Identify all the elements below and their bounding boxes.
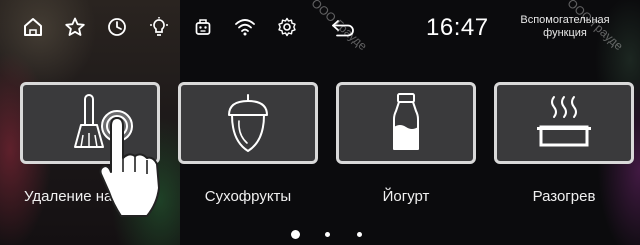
tile-reheat[interactable] bbox=[494, 82, 634, 164]
gear-icon[interactable] bbox=[276, 16, 298, 38]
home-icon[interactable] bbox=[22, 16, 44, 38]
page-dot[interactable] bbox=[357, 232, 362, 237]
star-icon[interactable] bbox=[64, 16, 86, 38]
heating-icon bbox=[537, 96, 591, 147]
tile-label-reheat: Разогрев bbox=[532, 188, 596, 205]
tile-label-yogurt: Йогурт bbox=[382, 188, 430, 205]
bottle-icon bbox=[393, 93, 419, 150]
clock-icon[interactable] bbox=[106, 16, 128, 38]
robot-icon[interactable] bbox=[192, 16, 214, 38]
page-dot-active[interactable] bbox=[291, 230, 300, 239]
wifi-icon[interactable] bbox=[234, 16, 256, 38]
pointing-hand-icon bbox=[99, 110, 160, 217]
tile-label-dried-fruits: Сухофрукты bbox=[204, 188, 292, 205]
page-dot[interactable] bbox=[325, 232, 330, 237]
tile-dried-fruits[interactable] bbox=[178, 82, 318, 164]
tile-yogurt[interactable] bbox=[336, 82, 476, 164]
acorn-icon bbox=[228, 94, 268, 153]
clock-time: 16:47 bbox=[426, 14, 489, 41]
bulb-icon[interactable] bbox=[148, 16, 170, 38]
